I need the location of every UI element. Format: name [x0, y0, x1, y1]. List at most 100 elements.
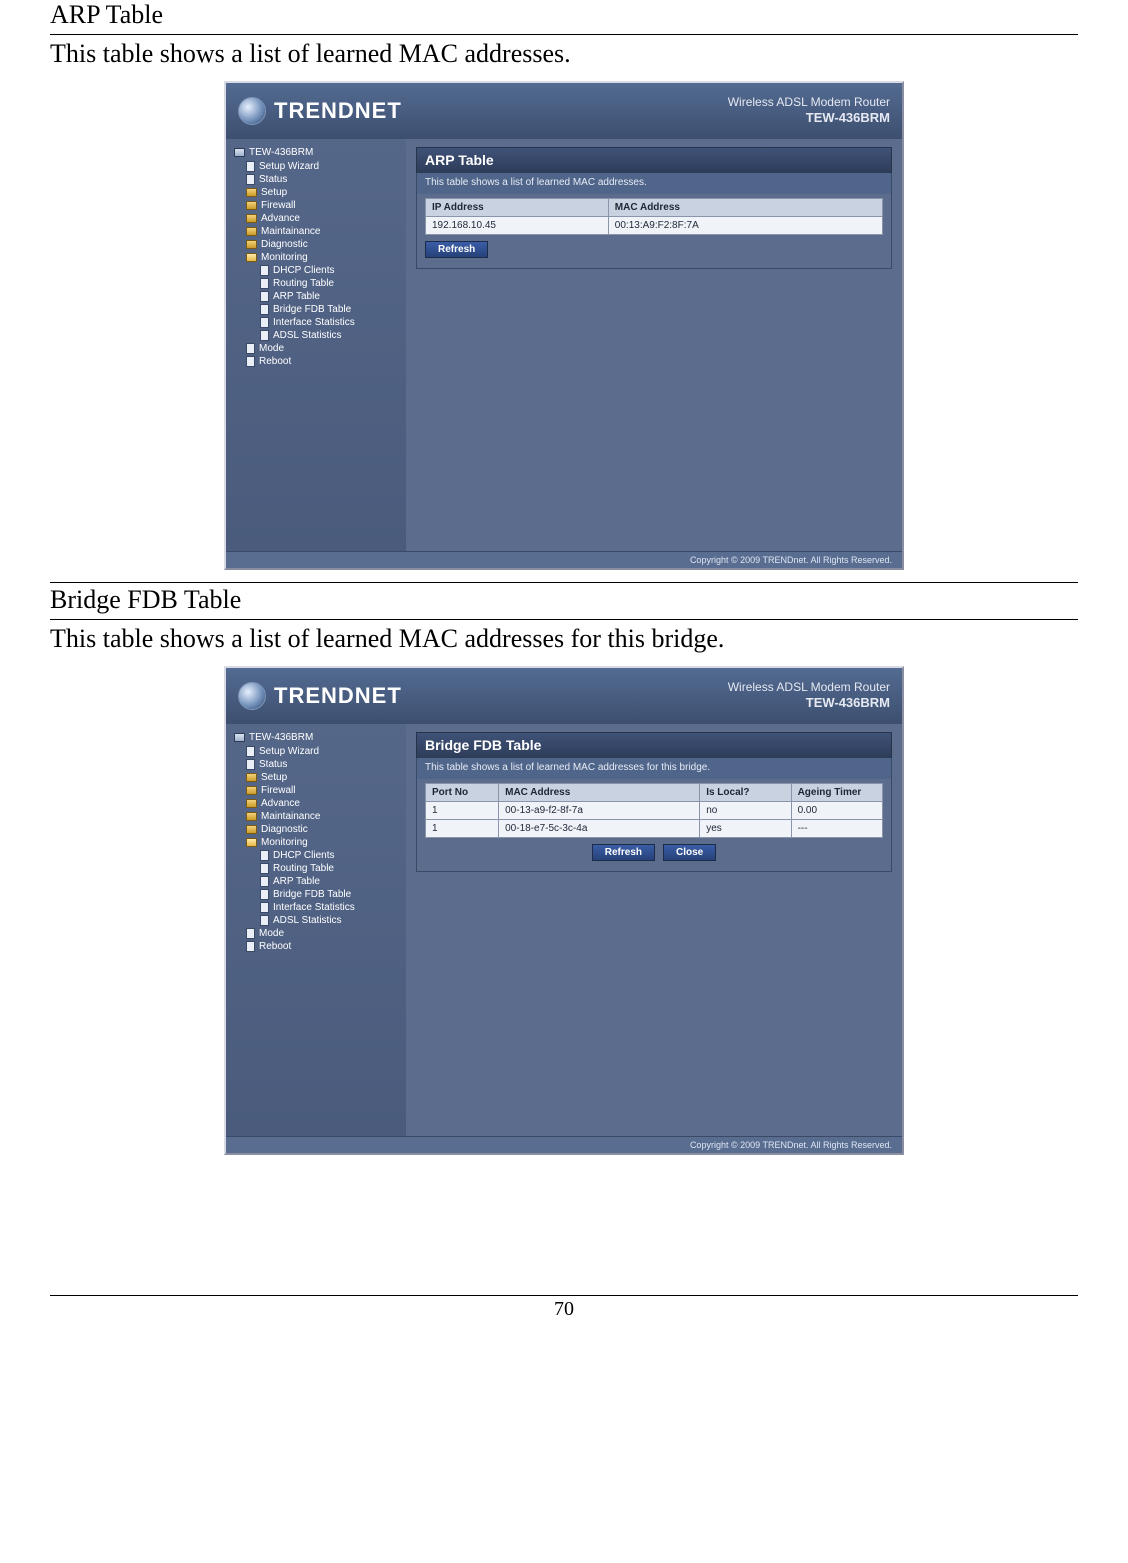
nav-item-monitoring[interactable]: Monitoring	[234, 836, 400, 849]
nav-sub-interface-statistics[interactable]: Interface Statistics	[234, 316, 400, 329]
nav-label: Routing Table	[273, 863, 334, 874]
nav-label: Mode	[259, 928, 284, 939]
nav-sub-adsl-statistics[interactable]: ADSL Statistics	[234, 914, 400, 927]
nav-label: Setup Wizard	[259, 161, 319, 172]
nav-label: Setup	[261, 772, 287, 783]
file-icon	[246, 161, 255, 172]
nav-item-advance[interactable]: Advance	[234, 797, 400, 810]
nav-item-reboot[interactable]: Reboot	[234, 940, 400, 953]
nav-item-reboot[interactable]: Reboot	[234, 355, 400, 368]
nav-label: DHCP Clients	[273, 850, 335, 861]
folder-icon	[246, 240, 257, 249]
nav-item-mode[interactable]: Mode	[234, 342, 400, 355]
refresh-button[interactable]: Refresh	[425, 241, 488, 258]
globe-icon	[238, 682, 266, 710]
nav-root-label: TEW-436BRM	[249, 732, 313, 743]
folder-icon	[246, 786, 257, 795]
nav-item-status[interactable]: Status	[234, 758, 400, 771]
pc-icon	[234, 148, 245, 157]
nav-sub-interface-statistics[interactable]: Interface Statistics	[234, 901, 400, 914]
fdb-col-mac: MAC Address	[499, 784, 700, 802]
nav-sub-dhcp-clients[interactable]: DHCP Clients	[234, 264, 400, 277]
page-number: 70	[50, 1296, 1078, 1321]
nav-sub-arp-table[interactable]: ARP Table	[234, 875, 400, 888]
nav-label: Advance	[261, 213, 300, 224]
nav-label: Mode	[259, 343, 284, 354]
folder-icon	[246, 188, 257, 197]
folder-icon	[246, 227, 257, 236]
fdb-col-local: Is Local?	[700, 784, 791, 802]
nav-label: ADSL Statistics	[273, 915, 342, 926]
nav-label: Reboot	[259, 941, 291, 952]
nav-item-maintainance[interactable]: Maintainance	[234, 810, 400, 823]
screenshot-arp: TRENDNET Wireless ADSL Modem Router TEW-…	[224, 81, 904, 570]
file-icon	[260, 863, 269, 874]
fdb-ageing-cell: ---	[791, 820, 882, 838]
fdb-table: Port No MAC Address Is Local? Ageing Tim…	[425, 783, 883, 838]
file-icon	[260, 889, 269, 900]
brand-product: Wireless ADSL Modem Router	[728, 680, 890, 696]
globe-icon	[238, 97, 266, 125]
folder-icon	[246, 201, 257, 210]
refresh-button[interactable]: Refresh	[592, 844, 655, 861]
nav-item-setup-wizard[interactable]: Setup Wizard	[234, 745, 400, 758]
nav-label: Firewall	[261, 200, 295, 211]
brand-product-block: Wireless ADSL Modem Router TEW-436BRM	[728, 95, 890, 127]
brand-product-block: Wireless ADSL Modem Router TEW-436BRM	[728, 680, 890, 712]
file-icon	[246, 356, 255, 367]
nav-label: Interface Statistics	[273, 317, 355, 328]
nav-sub-arp-table[interactable]: ARP Table	[234, 290, 400, 303]
table-row: 192.168.10.45 00:13:A9:F2:8F:7A	[426, 217, 883, 235]
nav-item-diagnostic[interactable]: Diagnostic	[234, 823, 400, 836]
nav-sub-routing-table[interactable]: Routing Table	[234, 277, 400, 290]
nav-sub-adsl-statistics[interactable]: ADSL Statistics	[234, 329, 400, 342]
nav-label: Interface Statistics	[273, 902, 355, 913]
nav-label: Advance	[261, 798, 300, 809]
screenshot-fdb: TRENDNET Wireless ADSL Modem Router TEW-…	[224, 666, 904, 1155]
nav-item-monitoring[interactable]: Monitoring	[234, 251, 400, 264]
nav-sub-dhcp-clients[interactable]: DHCP Clients	[234, 849, 400, 862]
close-button[interactable]: Close	[663, 844, 716, 861]
file-icon	[260, 304, 269, 315]
nav-item-setup[interactable]: Setup	[234, 186, 400, 199]
nav-sub-bridge-fdb-table[interactable]: Bridge FDB Table	[234, 888, 400, 901]
nav-item-firewall[interactable]: Firewall	[234, 784, 400, 797]
file-icon	[246, 928, 255, 939]
table-row: 1 00-13-a9-f2-8f-7a no 0.00	[426, 802, 883, 820]
nav-label: Diagnostic	[261, 239, 308, 250]
fdb-col-port: Port No	[426, 784, 499, 802]
nav-item-status[interactable]: Status	[234, 173, 400, 186]
fdb-local-cell: no	[700, 802, 791, 820]
nav-root[interactable]: TEW-436BRM	[234, 732, 400, 743]
nav-item-advance[interactable]: Advance	[234, 212, 400, 225]
nav-item-firewall[interactable]: Firewall	[234, 199, 400, 212]
nav-sub-routing-table[interactable]: Routing Table	[234, 862, 400, 875]
nav-item-mode[interactable]: Mode	[234, 927, 400, 940]
nav-item-setup-wizard[interactable]: Setup Wizard	[234, 160, 400, 173]
file-icon	[260, 330, 269, 341]
nav-label: Maintainance	[261, 811, 320, 822]
brand-product: Wireless ADSL Modem Router	[728, 95, 890, 111]
router-header: TRENDNET Wireless ADSL Modem Router TEW-…	[226, 668, 902, 724]
nav-item-setup[interactable]: Setup	[234, 771, 400, 784]
nav-root-label: TEW-436BRM	[249, 147, 313, 158]
folder-icon	[246, 825, 257, 834]
panel-desc-arp: This table shows a list of learned MAC a…	[416, 173, 892, 194]
file-icon	[246, 759, 255, 770]
section-title-fdb: Bridge FDB Table	[50, 585, 1078, 620]
file-icon	[260, 850, 269, 861]
nav-label: Status	[259, 759, 287, 770]
nav-sub-bridge-fdb-table[interactable]: Bridge FDB Table	[234, 303, 400, 316]
nav-root[interactable]: TEW-436BRM	[234, 147, 400, 158]
nav-item-maintainance[interactable]: Maintainance	[234, 225, 400, 238]
brand-name: TRENDNET	[274, 98, 402, 124]
file-icon	[246, 343, 255, 354]
section-desc-arp: This table shows a list of learned MAC a…	[50, 39, 1078, 69]
pc-icon	[234, 733, 245, 742]
nav-item-diagnostic[interactable]: Diagnostic	[234, 238, 400, 251]
nav-label: ARP Table	[273, 876, 320, 887]
brand-logo: TRENDNET	[238, 682, 402, 710]
nav-label: Routing Table	[273, 278, 334, 289]
arp-mac-cell: 00:13:A9:F2:8F:7A	[608, 217, 882, 235]
router-footer: Copyright © 2009 TRENDnet. All Rights Re…	[226, 1136, 902, 1153]
